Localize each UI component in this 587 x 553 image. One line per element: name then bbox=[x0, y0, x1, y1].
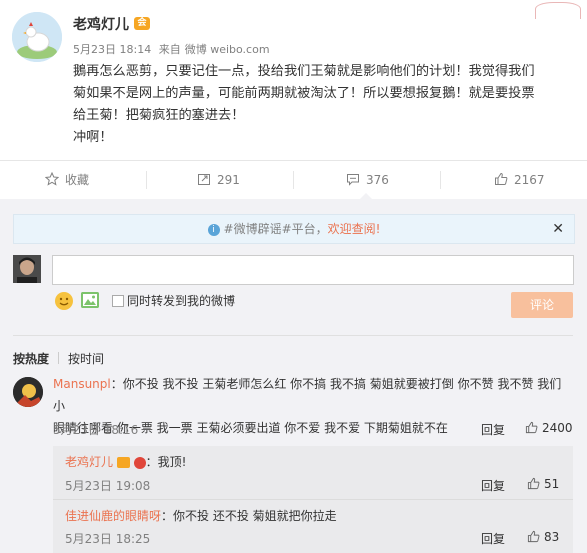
reply-like-button[interactable]: 83 bbox=[527, 530, 559, 544]
star-icon bbox=[44, 171, 60, 186]
author-avatar[interactable] bbox=[12, 12, 62, 62]
reply-text: 老鸡灯儿 ：我顶! bbox=[65, 453, 186, 470]
also-repost-label[interactable]: 同时转发到我的微博 bbox=[127, 292, 235, 309]
reply-divider bbox=[53, 499, 573, 500]
reply-time: 5月23日 19:08 bbox=[65, 479, 151, 493]
reply-time: 5月23日 18:25 bbox=[65, 532, 151, 546]
sort-by-time[interactable]: 按时间 bbox=[68, 350, 104, 367]
like-count: 2167 bbox=[514, 173, 545, 187]
post-action-bar: 收藏 291 376 2167 bbox=[0, 160, 587, 199]
comment-count: 376 bbox=[366, 173, 389, 187]
reply-like-button[interactable]: 51 bbox=[527, 477, 559, 491]
post-date[interactable]: 5月23日 18:14 bbox=[73, 43, 151, 56]
sort-by-hot[interactable]: 按热度 bbox=[13, 350, 49, 367]
reply-user[interactable]: 老鸡灯儿 bbox=[65, 455, 113, 469]
comment-time: 5月23日 18:16 bbox=[53, 423, 139, 437]
repost-icon bbox=[198, 174, 210, 185]
submit-comment-button[interactable]: 评论 bbox=[511, 292, 573, 318]
post-text-line: 菊如果不是网上的声量，可能前两期就被淘汰了！所以要想报复鵝！就是要投票 bbox=[73, 86, 535, 101]
sort-divider bbox=[58, 352, 59, 364]
commenter-avatar[interactable] bbox=[13, 377, 43, 407]
close-icon[interactable]: ✕ bbox=[552, 215, 564, 243]
like-button[interactable]: 2167 bbox=[494, 161, 545, 199]
repost-count: 291 bbox=[217, 173, 240, 187]
source-prefix: 来自 bbox=[158, 43, 181, 56]
favorite-button[interactable]: 收藏 bbox=[44, 161, 90, 199]
reply-text: 佳进仙鹿的眼睛呀：你不投 还不投 菊姐就把你拉走 bbox=[65, 507, 337, 524]
reply-body: ：你不投 还不投 菊姐就把你拉走 bbox=[161, 509, 337, 523]
reply-like-count: 51 bbox=[544, 477, 560, 491]
vip-badge-icon: 会 bbox=[134, 17, 150, 30]
comment-body: ：你不投 我不投 王菊老师怎么红 你不搞 我不搞 菊姐就要被打倒 你不赞 我不赞… bbox=[53, 377, 562, 413]
action-divider bbox=[146, 171, 147, 189]
reply-body: ：我顶! bbox=[145, 455, 187, 469]
my-avatar[interactable] bbox=[13, 255, 41, 283]
comment-like-count: 2400 bbox=[542, 421, 573, 435]
also-repost-checkbox[interactable] bbox=[112, 295, 124, 307]
action-divider bbox=[440, 171, 441, 189]
post-text: 鵝再怎么恶剪，只要记住一点，投给我们王菊就是影响他们的计划！我觉得我们 菊如果不… bbox=[73, 61, 573, 149]
image-icon[interactable] bbox=[81, 292, 99, 308]
post-meta: 5月23日 18:14 来自 微博 weibo.com bbox=[73, 41, 274, 57]
notice-link[interactable]: 欢迎查阅! bbox=[328, 222, 381, 236]
post-source[interactable]: 微博 weibo.com bbox=[185, 43, 270, 56]
reply-button[interactable]: 回复 bbox=[481, 530, 505, 547]
comment-panel: i #微博辟谣#平台，欢迎查阅! ✕ 同时转发到我的微博 评论 按热度 按时间 M… bbox=[0, 199, 587, 553]
reply-button[interactable]: 回复 bbox=[481, 477, 505, 494]
favorite-label: 收藏 bbox=[65, 173, 90, 187]
notice-text: #微博辟谣#平台， bbox=[223, 222, 328, 236]
fan-badge-icon bbox=[133, 456, 146, 469]
comment-icon bbox=[347, 174, 359, 186]
info-icon: i bbox=[207, 223, 220, 236]
reply-list: 老鸡灯儿 ：我顶! 5月23日 19:08 回复 51 佳进仙鹿的眼睛呀：你不投… bbox=[53, 446, 573, 553]
post-text-line: 冲啊！ bbox=[73, 130, 113, 145]
thumbs-up-icon bbox=[527, 477, 540, 489]
repost-button[interactable]: 291 bbox=[197, 161, 240, 199]
thumbs-up-icon bbox=[495, 172, 508, 185]
divider bbox=[13, 335, 573, 336]
commenter-name[interactable]: Mansunpl bbox=[53, 377, 111, 391]
corner-stamp-icon bbox=[535, 2, 581, 19]
emoji-icon[interactable] bbox=[55, 292, 73, 310]
action-divider bbox=[293, 171, 294, 189]
comment-like-button[interactable]: 2400 bbox=[525, 421, 573, 435]
post-text-line: 给王菊！把菊疯狂的塞进去！ bbox=[73, 108, 245, 123]
vip-badge-icon bbox=[116, 457, 130, 468]
reply-like-count: 83 bbox=[544, 530, 560, 544]
thumbs-up-icon bbox=[525, 421, 538, 433]
reply-user[interactable]: 佳进仙鹿的眼睛呀 bbox=[65, 509, 161, 523]
rumor-notice: i #微博辟谣#平台，欢迎查阅! ✕ bbox=[13, 214, 575, 244]
comment-input[interactable] bbox=[52, 255, 574, 285]
reply-button[interactable]: 回复 bbox=[481, 421, 505, 438]
thumbs-up-icon bbox=[527, 530, 540, 542]
post-text-line: 鵝再怎么恶剪，只要记住一点，投给我们王菊就是影响他们的计划！我觉得我们 bbox=[73, 64, 535, 79]
author-name[interactable]: 老鸡灯儿 bbox=[73, 14, 129, 34]
weibo-post: 老鸡灯儿 会 5月23日 18:14 来自 微博 weibo.com 鵝再怎么恶剪… bbox=[0, 0, 587, 160]
